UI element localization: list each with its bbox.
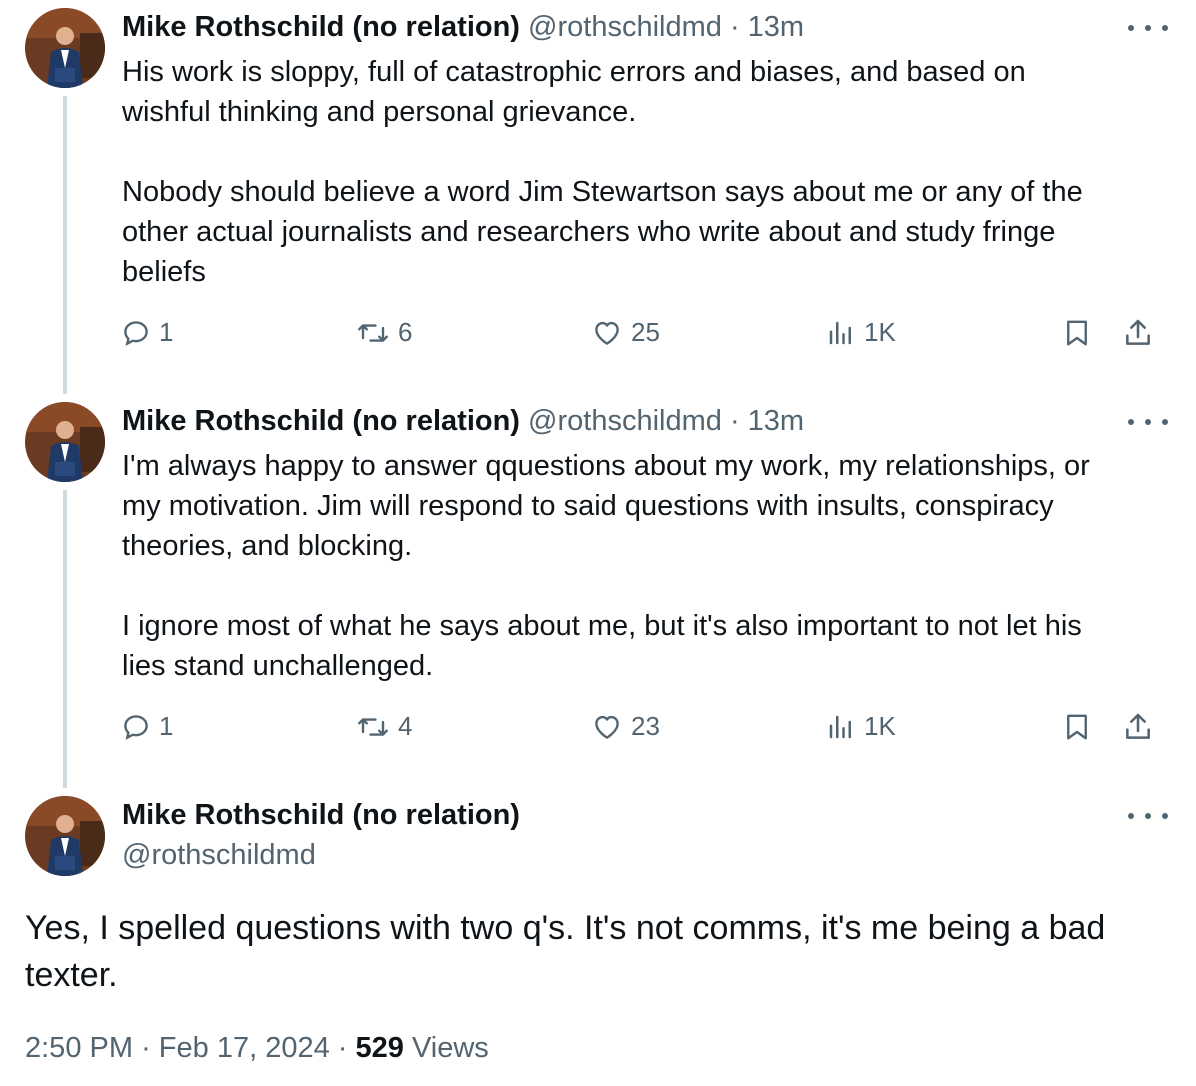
more-options-icon[interactable] [1128,412,1168,432]
heart-icon [595,321,619,345]
user-handle[interactable]: @rothschildmd [528,405,722,437]
reply-button[interactable]: 1 [121,317,173,348]
reply-count: 1 [159,317,174,347]
separator: · [729,11,740,43]
reply-button[interactable]: 1 [121,711,173,742]
share-button[interactable] [1122,711,1154,743]
more-options-icon[interactable] [1128,806,1168,826]
like-button[interactable]: 23 [591,711,660,742]
display-name[interactable]: Mike Rothschild (no relation) [122,799,520,831]
separator: · [337,1032,348,1064]
post-time[interactable]: 2:50 PM [25,1032,133,1064]
tweet-text: I'm always happy to answer qquestions ab… [122,450,1090,682]
reply-icon [124,320,148,346]
bookmark-button[interactable] [1062,711,1092,743]
share-icon [1126,713,1150,739]
tweet-actions: 1 4 23 1K [0,711,1196,751]
timestamp[interactable]: 13m [748,405,804,437]
display-name[interactable]: Mike Rothschild (no relation) [122,11,520,43]
tweet-header: Mike Rothschild (no relation) @rothschil… [122,404,804,438]
views-count: 529 [355,1032,404,1064]
user-handle[interactable]: @rothschildmd [122,839,316,871]
views-count: 1K [864,711,896,741]
repost-count: 6 [398,317,413,347]
tweet-text: Yes, I spelled questions with two q's. I… [25,909,1106,994]
post-date[interactable]: Feb 17, 2024 [159,1032,330,1064]
repost-icon [358,323,388,342]
avatar[interactable] [25,402,105,482]
views-count: 1K [864,317,896,347]
bookmark-button[interactable] [1062,317,1092,349]
share-icon [1126,319,1150,345]
separator: · [729,405,740,437]
bookmark-icon [1067,714,1087,740]
avatar[interactable] [25,8,105,88]
tweet-meta: 2:50 PM · Feb 17, 2024 · 529 Views [25,1032,489,1065]
display-name[interactable]: Mike Rothschild (no relation) [122,405,520,437]
tweet-header: Mike Rothschild (no relation) [122,798,520,832]
avatar[interactable] [25,796,105,876]
bookmark-icon [1067,320,1087,346]
analytics-icon [829,715,851,738]
like-count: 23 [631,711,660,741]
heart-icon [595,715,619,739]
repost-icon [358,717,388,736]
share-button[interactable] [1122,317,1154,349]
tweet-header: Mike Rothschild (no relation) @rothschil… [122,10,804,44]
reply-count: 1 [159,711,174,741]
views-button[interactable]: 1K [826,711,896,742]
reply-icon [124,714,148,740]
analytics-icon [829,321,851,344]
separator: · [141,1032,151,1064]
more-options-icon[interactable] [1128,18,1168,38]
user-handle[interactable]: @rothschildmd [528,11,722,43]
views-button[interactable]: 1K [826,317,896,348]
timestamp[interactable]: 13m [748,11,804,43]
views-label: Views [411,1032,489,1064]
repost-count: 4 [398,711,413,741]
user-handle-row: @rothschildmd [122,838,316,872]
like-count: 25 [631,317,660,347]
tweet-text: His work is sloppy, full of catastrophic… [122,56,1083,288]
repost-button[interactable]: 6 [356,317,412,348]
tweet-actions: 1 6 25 1K [0,317,1196,357]
like-button[interactable]: 25 [591,317,660,348]
repost-button[interactable]: 4 [356,711,412,742]
